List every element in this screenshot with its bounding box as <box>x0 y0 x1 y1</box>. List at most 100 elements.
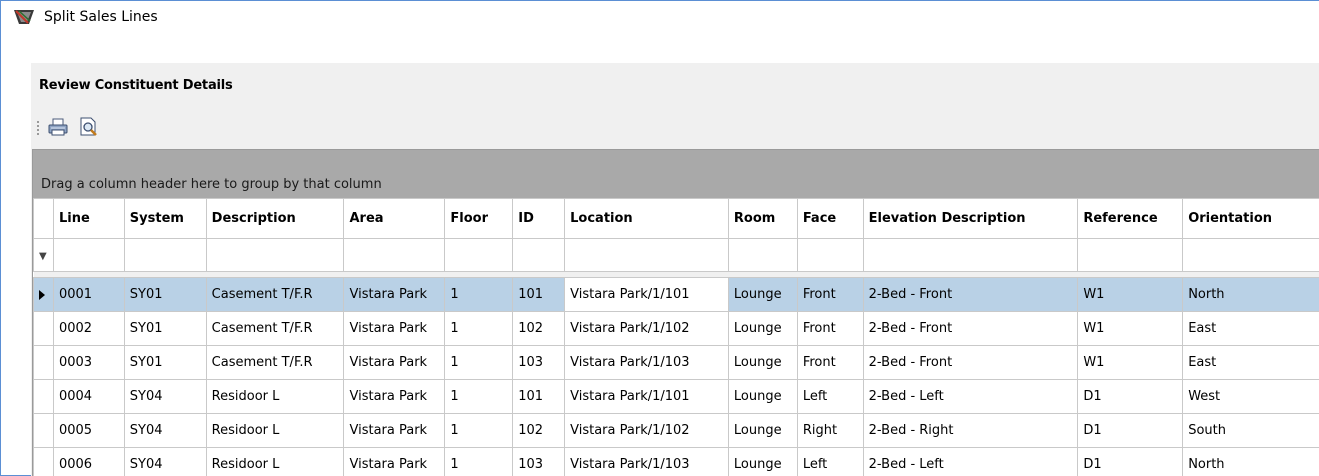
filter-cell-orientation[interactable] <box>1182 238 1319 272</box>
column-header-floor[interactable]: Floor <box>444 198 514 239</box>
toolbar-grip[interactable] <box>37 121 39 135</box>
cell-area[interactable]: Vistara Park <box>343 277 446 312</box>
cell-orientation[interactable]: North <box>1182 447 1319 476</box>
cell-id[interactable]: 101 <box>512 379 566 414</box>
cell-line[interactable]: 0005 <box>52 413 125 448</box>
cell-floor[interactable]: 1 <box>444 277 514 312</box>
cell-elevation-description[interactable]: 2-Bed - Front <box>862 311 1079 346</box>
cell-orientation[interactable]: South <box>1182 413 1319 448</box>
cell-elevation-description[interactable]: 2-Bed - Front <box>862 277 1079 312</box>
cell-elevation-description[interactable]: 2-Bed - Left <box>862 379 1079 414</box>
cell-room[interactable]: Lounge <box>727 413 798 448</box>
cell-location[interactable]: Vistara Park/1/101 <box>564 379 729 414</box>
column-header-area[interactable]: Area <box>343 198 446 239</box>
cell-system[interactable]: SY04 <box>123 379 207 414</box>
cell-elevation-description[interactable]: 2-Bed - Front <box>862 345 1079 380</box>
cell-description[interactable]: Casement T/F.R <box>205 277 345 312</box>
column-header-room[interactable]: Room <box>727 198 798 239</box>
cell-face[interactable]: Right <box>796 413 864 448</box>
cell-line[interactable]: 0006 <box>52 447 125 476</box>
printer-icon[interactable] <box>47 117 69 137</box>
cell-reference[interactable]: W1 <box>1077 345 1184 380</box>
cell-face[interactable]: Left <box>796 379 864 414</box>
cell-reference[interactable]: W1 <box>1077 277 1184 312</box>
filter-icon[interactable]: ▼ <box>33 238 54 272</box>
cell-room[interactable]: Lounge <box>727 379 798 414</box>
column-header-face[interactable]: Face <box>796 198 864 239</box>
cell-description[interactable]: Residoor L <box>205 413 345 448</box>
cell-system[interactable]: SY04 <box>123 447 207 476</box>
cell-room[interactable]: Lounge <box>727 311 798 346</box>
cell-orientation[interactable]: East <box>1182 345 1319 380</box>
column-header-description[interactable]: Description <box>205 198 345 239</box>
cell-reference[interactable]: D1 <box>1077 447 1184 476</box>
cell-line[interactable]: 0002 <box>52 311 125 346</box>
column-header-orientation[interactable]: Orientation <box>1182 198 1319 239</box>
cell-description[interactable]: Residoor L <box>205 379 345 414</box>
filter-cell-description[interactable] <box>205 238 345 272</box>
cell-description[interactable]: Residoor L <box>205 447 345 476</box>
column-header-line[interactable]: Line <box>52 198 125 239</box>
cell-room[interactable]: Lounge <box>727 447 798 476</box>
print-preview-icon[interactable] <box>78 117 100 137</box>
cell-area[interactable]: Vistara Park <box>343 379 446 414</box>
cell-id[interactable]: 102 <box>512 413 566 448</box>
cell-area[interactable]: Vistara Park <box>343 413 446 448</box>
cell-face[interactable]: Front <box>796 311 864 346</box>
table-row[interactable]: 0006 SY04 Residoor L Vistara Park 1 103 Vistar… <box>33 447 1319 476</box>
filter-cell-floor[interactable] <box>444 238 514 272</box>
table-row[interactable]: 0001 SY01 Casement T/F.R Vistara Park 1 101 Vi… <box>33 277 1319 312</box>
cell-face[interactable]: Front <box>796 345 864 380</box>
cell-location[interactable]: Vistara Park/1/103 <box>564 447 729 476</box>
cell-floor[interactable]: 1 <box>444 345 514 380</box>
cell-reference[interactable]: D1 <box>1077 413 1184 448</box>
filter-cell-line[interactable] <box>52 238 125 272</box>
filter-cell-system[interactable] <box>123 238 207 272</box>
cell-id[interactable]: 101 <box>512 277 566 312</box>
cell-orientation[interactable]: North <box>1182 277 1319 312</box>
cell-floor[interactable]: 1 <box>444 447 514 476</box>
cell-elevation-description[interactable]: 2-Bed - Right <box>862 413 1079 448</box>
row-indicator[interactable] <box>33 413 54 448</box>
cell-room[interactable]: Lounge <box>727 345 798 380</box>
cell-location[interactable]: Vistara Park/1/102 <box>564 413 729 448</box>
table-row[interactable]: 0002 SY01 Casement T/F.R Vistara Park 1 102 Vi… <box>33 311 1319 346</box>
column-header-location[interactable]: Location <box>564 198 729 239</box>
row-indicator[interactable] <box>33 447 54 476</box>
filter-cell-face[interactable] <box>796 238 864 272</box>
cell-id[interactable]: 103 <box>512 345 566 380</box>
cell-area[interactable]: Vistara Park <box>343 345 446 380</box>
row-indicator[interactable] <box>33 277 54 312</box>
cell-elevation-description[interactable]: 2-Bed - Left <box>862 447 1079 476</box>
cell-orientation[interactable]: West <box>1182 379 1319 414</box>
filter-cell-room[interactable] <box>727 238 798 272</box>
cell-face[interactable]: Front <box>796 277 864 312</box>
cell-line[interactable]: 0001 <box>52 277 125 312</box>
filter-cell-elevation-description[interactable] <box>862 238 1079 272</box>
cell-area[interactable]: Vistara Park <box>343 447 446 476</box>
cell-location[interactable]: Vistara Park/1/101 <box>564 277 729 312</box>
cell-system[interactable]: SY01 <box>123 311 207 346</box>
filter-cell-area[interactable] <box>343 238 446 272</box>
cell-reference[interactable]: D1 <box>1077 379 1184 414</box>
cell-location[interactable]: Vistara Park/1/103 <box>564 345 729 380</box>
cell-system[interactable]: SY01 <box>123 345 207 380</box>
table-row[interactable]: 0004 SY04 Residoor L Vistara Park 1 101 Vistar… <box>33 379 1319 414</box>
cell-location[interactable]: Vistara Park/1/102 <box>564 311 729 346</box>
row-indicator[interactable] <box>33 345 54 380</box>
cell-system[interactable]: SY01 <box>123 277 207 312</box>
column-header-id[interactable]: ID <box>512 198 566 239</box>
filter-cell-id[interactable] <box>512 238 566 272</box>
row-indicator[interactable] <box>33 379 54 414</box>
filter-cell-location[interactable] <box>564 238 729 272</box>
table-row[interactable]: 0005 SY04 Residoor L Vistara Park 1 102 Vistar… <box>33 413 1319 448</box>
cell-id[interactable]: 102 <box>512 311 566 346</box>
cell-description[interactable]: Casement T/F.R <box>205 345 345 380</box>
filter-cell-reference[interactable] <box>1077 238 1184 272</box>
cell-room[interactable]: Lounge <box>727 277 798 312</box>
cell-floor[interactable]: 1 <box>444 311 514 346</box>
table-row[interactable]: 0003 SY01 Casement T/F.R Vistara Park 1 103 Vi… <box>33 345 1319 380</box>
cell-line[interactable]: 0004 <box>52 379 125 414</box>
group-by-panel[interactable]: Drag a column header here to group by th… <box>33 150 1319 198</box>
cell-id[interactable]: 103 <box>512 447 566 476</box>
